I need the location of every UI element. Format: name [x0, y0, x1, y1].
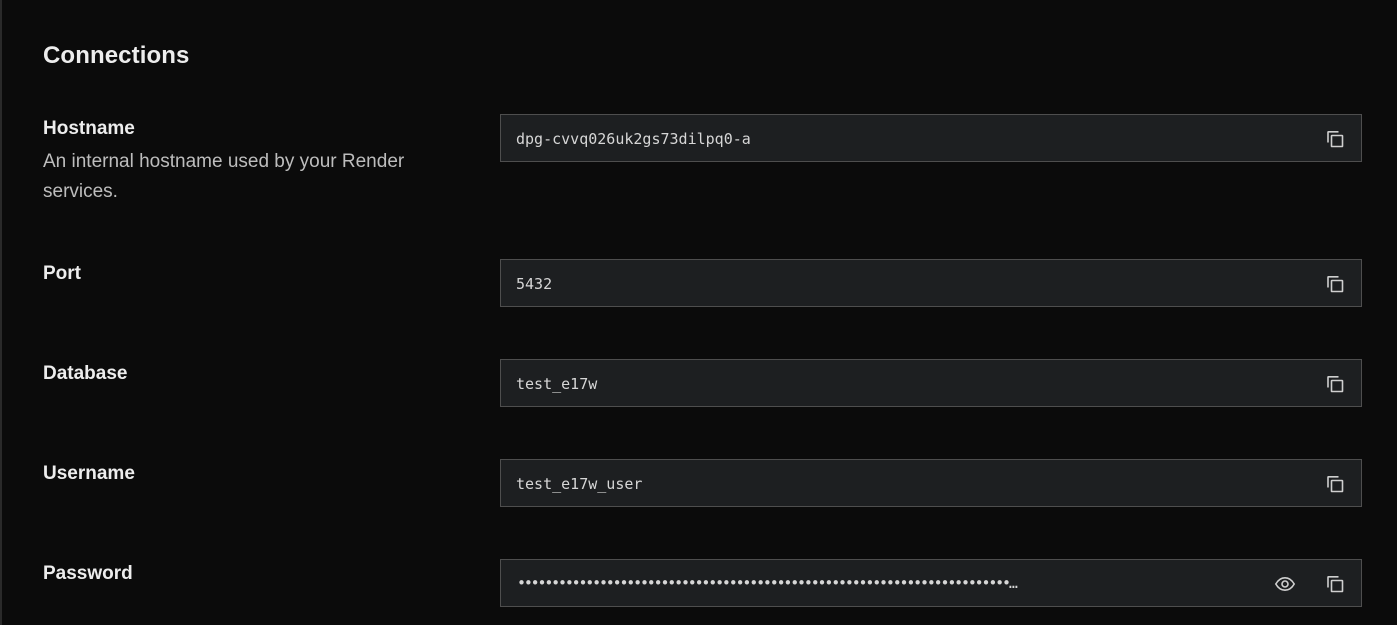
- username-label: Username: [43, 463, 135, 484]
- password-field[interactable]: ••••••••••••••••••••••••••••••••••••••••…: [500, 559, 1362, 607]
- eye-icon[interactable]: [1272, 571, 1298, 597]
- copy-icon[interactable]: [1322, 471, 1348, 497]
- copy-icon[interactable]: [1322, 371, 1348, 397]
- database-label: Database: [43, 363, 128, 384]
- username-value[interactable]: test_e17w_user: [516, 460, 642, 508]
- port-value[interactable]: 5432: [516, 260, 552, 308]
- password-masked-value[interactable]: ••••••••••••••••••••••••••••••••••••••••…: [517, 560, 1241, 606]
- hostname-field[interactable]: dpg-cvvq026uk2gs73dilpq0-a: [500, 114, 1362, 162]
- database-value[interactable]: test_e17w: [516, 360, 597, 408]
- hostname-description: An internal hostname used by your Render…: [43, 151, 405, 202]
- hostname-value[interactable]: dpg-cvvq026uk2gs73dilpq0-a: [516, 115, 751, 163]
- database-field[interactable]: test_e17w: [500, 359, 1362, 407]
- copy-icon[interactable]: [1322, 126, 1348, 152]
- copy-icon[interactable]: [1322, 571, 1348, 597]
- section-title: Connections: [43, 42, 190, 69]
- username-field[interactable]: test_e17w_user: [500, 459, 1362, 507]
- left-divider: [0, 0, 2, 625]
- hostname-label: Hostname: [43, 118, 135, 139]
- password-label: Password: [43, 563, 133, 584]
- copy-icon[interactable]: [1322, 271, 1348, 297]
- port-field[interactable]: 5432: [500, 259, 1362, 307]
- port-label: Port: [43, 263, 81, 284]
